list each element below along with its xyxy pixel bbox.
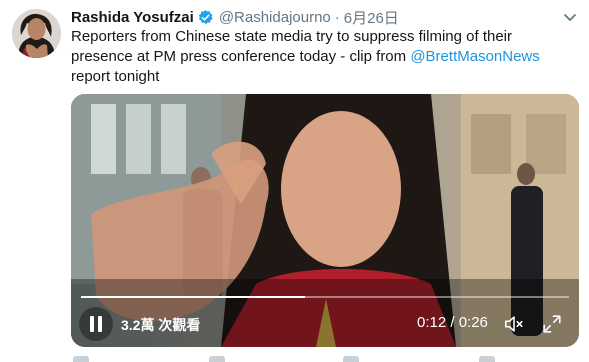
tweet-date[interactable]: 6月26日	[344, 7, 399, 28]
avatar[interactable]	[12, 9, 61, 58]
header-separator: ·	[334, 8, 340, 26]
tweet-header: Rashida Yosufzai @Rashidajourno · 6月26日	[71, 7, 399, 27]
tweet-text: Reporters from Chinese state media try t…	[71, 27, 571, 87]
tweet-card[interactable]: Rashida Yosufzai @Rashidajourno · 6月26日 …	[0, 0, 589, 362]
author-handle[interactable]: @Rashidajourno	[219, 9, 331, 26]
reply-icon[interactable]	[73, 356, 89, 362]
pause-icon	[88, 316, 104, 332]
chevron-down-icon[interactable]	[562, 9, 578, 25]
pause-button[interactable]	[79, 307, 113, 341]
video-progress-bar[interactable]	[81, 296, 569, 298]
author-name[interactable]: Rashida Yosufzai	[71, 9, 194, 26]
video-progress-fill	[81, 296, 306, 298]
video-time: 0:12 / 0:26	[417, 314, 488, 331]
like-icon[interactable]	[343, 356, 359, 362]
retweet-icon[interactable]	[209, 356, 225, 362]
volume-icon[interactable]	[503, 313, 525, 335]
mention-link[interactable]: @BrettMasonNews	[410, 48, 539, 65]
video-controls: 3.2萬 次觀看 0:12 / 0:26	[71, 307, 579, 343]
view-count: 3.2萬 次觀看	[121, 317, 201, 333]
video-player[interactable]: 3.2萬 次觀看 0:12 / 0:26	[71, 94, 579, 347]
share-icon[interactable]	[479, 356, 495, 362]
verified-badge-icon	[197, 9, 214, 26]
fullscreen-icon[interactable]	[541, 313, 563, 335]
tweet-text-tail: report tonight	[71, 68, 160, 85]
tweet-actions-row	[71, 354, 571, 362]
